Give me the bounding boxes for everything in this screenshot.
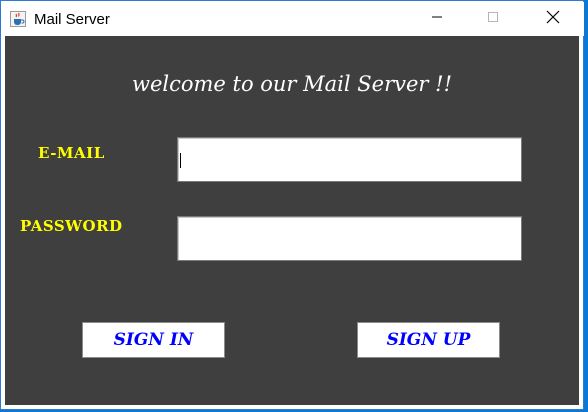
welcome-heading: welcome to our Mail Server !! [131,72,453,96]
sign-up-button[interactable]: SIGN UP [357,322,500,358]
password-label: PASSWORD [20,217,123,235]
minimize-icon [431,10,443,28]
app-window: Mail Server welcome to our Mail Server !… [0,0,584,410]
text-caret [180,153,181,168]
close-button[interactable] [530,2,576,36]
minimize-button[interactable] [414,2,460,36]
close-icon [546,10,560,29]
maximize-button[interactable] [470,2,516,36]
sign-in-button[interactable]: SIGN IN [82,322,225,358]
password-field[interactable] [177,216,522,261]
window-title: Mail Server [34,11,110,28]
email-label: E-MAIL [38,144,105,162]
email-field[interactable] [177,137,522,182]
java-coffee-icon [10,11,26,27]
maximize-icon [487,10,499,28]
main-panel: welcome to our Mail Server !! E-MAIL PAS… [5,36,579,405]
title-bar[interactable]: Mail Server [2,2,584,36]
